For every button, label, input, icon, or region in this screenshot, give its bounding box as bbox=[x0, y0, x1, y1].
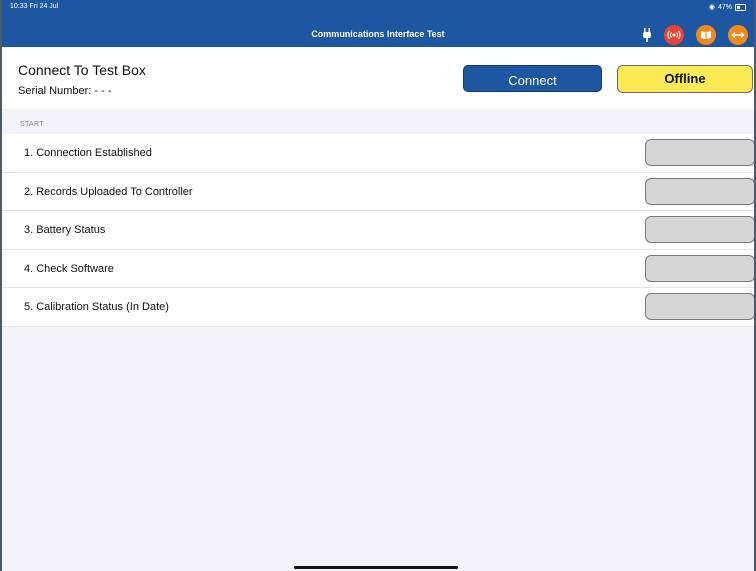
step-status-indicator[interactable] bbox=[645, 139, 754, 166]
step-label: 2. Records Uploaded To Controller bbox=[24, 185, 193, 198]
step-status-indicator[interactable] bbox=[645, 293, 754, 321]
plug-icon[interactable] bbox=[642, 26, 652, 44]
step-label: 4. Check Software bbox=[24, 262, 114, 275]
battery-icon bbox=[735, 3, 746, 11]
wifi-icon: ◉ bbox=[708, 4, 715, 11]
section-header-start: START bbox=[20, 121, 44, 128]
connect-button[interactable]: Connect bbox=[463, 65, 602, 92]
nav-actions bbox=[642, 25, 748, 45]
step-status-indicator[interactable] bbox=[645, 177, 754, 205]
step-label: 3. Battery Status bbox=[24, 224, 106, 237]
list-item: 4. Check Software bbox=[2, 250, 754, 289]
list-item: 3. Battery Status bbox=[2, 211, 754, 250]
book-icon[interactable] bbox=[696, 25, 716, 45]
app-window: 10:33 Fri 24 Jul ◉ 47% Communications In… bbox=[0, 0, 756, 571]
step-label: 1. Connection Established bbox=[24, 147, 152, 159]
step-status-indicator[interactable] bbox=[645, 216, 754, 244]
status-indicators: ◉ 47% bbox=[709, 3, 746, 11]
step-status-indicator[interactable] bbox=[645, 254, 754, 282]
home-indicator[interactable] bbox=[294, 566, 458, 569]
status-time-date: 10:33 Fri 24 Jul bbox=[10, 3, 59, 10]
broadcast-icon[interactable] bbox=[664, 25, 684, 45]
swap-icon[interactable] bbox=[728, 25, 748, 45]
battery-percent: 47% bbox=[717, 3, 732, 11]
test-steps-list: 1. Connection Established 2. Records Upl… bbox=[2, 134, 754, 327]
step-label: 5. Calibration Status (In Date) bbox=[24, 301, 169, 314]
list-item: 2. Records Uploaded To Controller bbox=[2, 173, 754, 212]
list-item: 5. Calibration Status (In Date) bbox=[2, 288, 754, 327]
connection-header: Connect To Test Box Serial Number: - - -… bbox=[2, 47, 754, 109]
list-item: 1. Connection Established bbox=[2, 134, 754, 173]
connect-title: Connect To Test Box bbox=[18, 62, 146, 78]
navigation-bar: 10:33 Fri 24 Jul ◉ 47% Communications In… bbox=[2, 0, 754, 47]
offline-status-button[interactable]: Offline bbox=[617, 65, 753, 93]
serial-number: Serial Number: - - - bbox=[18, 85, 112, 97]
